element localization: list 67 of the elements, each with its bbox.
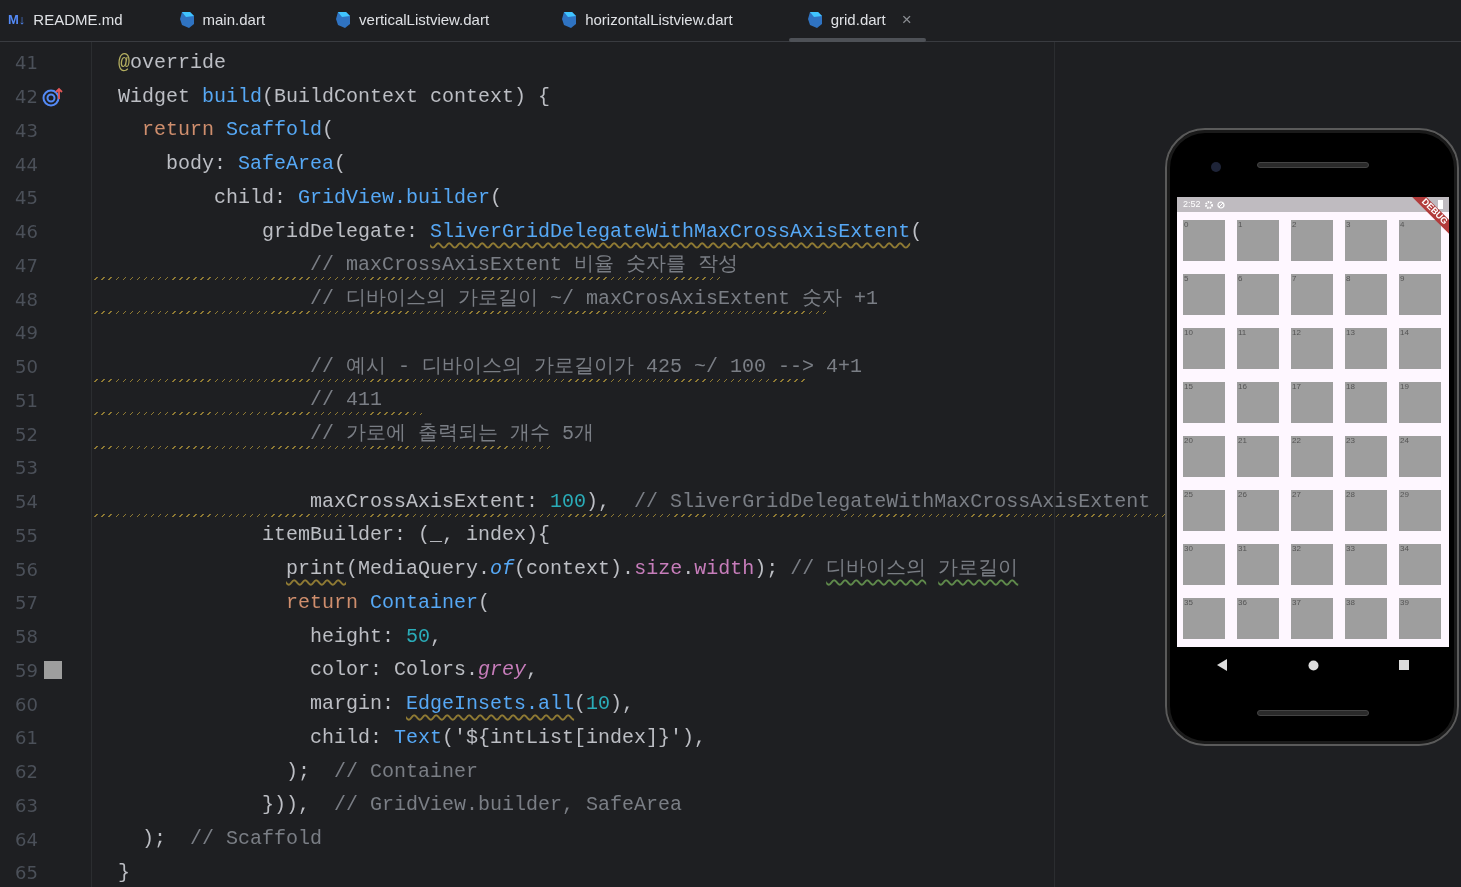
grid-tile: 7 [1291, 274, 1333, 315]
grid-tile: 36 [1237, 598, 1279, 639]
code-line: // 디바이스의 가로길이 ~/ maxCrosAxisExtent 숫자 +1 [310, 286, 879, 313]
grid-tile: 21 [1237, 436, 1279, 477]
code-line: margin: EdgeInsets.all(10), [310, 691, 635, 718]
grid-tile: 1 [1237, 220, 1279, 261]
code-line: itemBuilder: (_, index){ [262, 522, 551, 549]
code-line: } [118, 859, 130, 886]
gear-icon [1204, 200, 1213, 209]
file-tab[interactable]: main.dart [170, 0, 286, 41]
grid-tile: 34 [1399, 544, 1441, 585]
sync-icon [1216, 200, 1225, 209]
code-line: child: GridView.builder( [214, 184, 503, 211]
grid-tile: 15 [1183, 382, 1225, 423]
code-line: @override [118, 49, 227, 76]
code-line: Widget build(BuildContext context) { [118, 83, 551, 110]
grid-tile: 35 [1183, 598, 1225, 639]
file-tab[interactable]: M↓ README.md [0, 0, 143, 41]
color-swatch[interactable] [44, 661, 62, 680]
file-tab[interactable]: verticalListview.dart [327, 0, 510, 41]
code-line: body: SafeArea( [166, 151, 347, 178]
grid-tile: 5 [1183, 274, 1225, 315]
file-tab[interactable]: horizontalListview.dart [553, 0, 753, 41]
code-line: height: 50, [310, 623, 443, 650]
grid-tile: 16 [1237, 382, 1279, 423]
code-line: })), // GridView.builder, SafeArea [262, 792, 683, 819]
grid-tile: 24 [1399, 436, 1441, 477]
code-line: return Scaffold( [142, 117, 335, 144]
code-line: // 예시 - 디바이스의 가로길이가 425 ~/ 100 --> 4+1 [310, 353, 863, 380]
dart-icon [561, 11, 578, 29]
back-icon[interactable] [1217, 659, 1228, 671]
grid-tile: 18 [1345, 382, 1387, 423]
grid-tile: 9 [1399, 274, 1441, 315]
grid-tile: 13 [1345, 328, 1387, 369]
grid-tile: 31 [1237, 544, 1279, 585]
grid-tile: 14 [1399, 328, 1441, 369]
override-icon[interactable] [42, 86, 64, 107]
home-icon[interactable] [1308, 659, 1319, 671]
code-line: // 가로에 출력되는 개수 5개 [310, 421, 595, 448]
grid-tile: 6 [1237, 274, 1279, 315]
grid-tile: 12 [1291, 328, 1333, 369]
code-line: return Container( [286, 589, 491, 616]
file-tab[interactable]: grid.dart × [788, 0, 926, 41]
status-time: 2:52 [1183, 197, 1201, 211]
grid-tile: 22 [1291, 436, 1333, 477]
camera-icon [1211, 162, 1221, 172]
code-line: child: Text('${intList[index]}'), [310, 724, 707, 751]
code-line: color: Colors.grey, [310, 657, 539, 684]
code-line: // 411 [310, 387, 383, 414]
grid-tile: 26 [1237, 490, 1279, 531]
grid-tile: 32 [1291, 544, 1333, 585]
battery-icon [1438, 200, 1443, 209]
grid-tile: 10 [1183, 328, 1225, 369]
grid-tile: 17 [1291, 382, 1333, 423]
code-line: // maxCrossAxisExtent 비율 숫자를 작성 [310, 252, 739, 279]
grid-tile: 11 [1237, 328, 1279, 369]
grid-tile: 25 [1183, 490, 1225, 531]
dart-icon [178, 11, 195, 29]
close-icon[interactable]: × [901, 7, 912, 33]
code-line: ); // Container [286, 758, 479, 785]
grid-tile: 19 [1399, 382, 1441, 423]
code-line: print(MediaQuery.of(context).size.width); // 디바이스의 가로길이 [286, 556, 1019, 583]
code-line: gridDelegate: SliverGridDelegateWithMaxCrossAxisExtent( [262, 218, 923, 245]
code-line: maxCrossAxisExtent: 100), // SliverGridDelegateWithMaxCrossAxisExtent [310, 488, 1151, 515]
dart-icon [806, 11, 823, 29]
dart-icon [335, 11, 352, 29]
code-line: ); // Scaffold [142, 826, 323, 853]
